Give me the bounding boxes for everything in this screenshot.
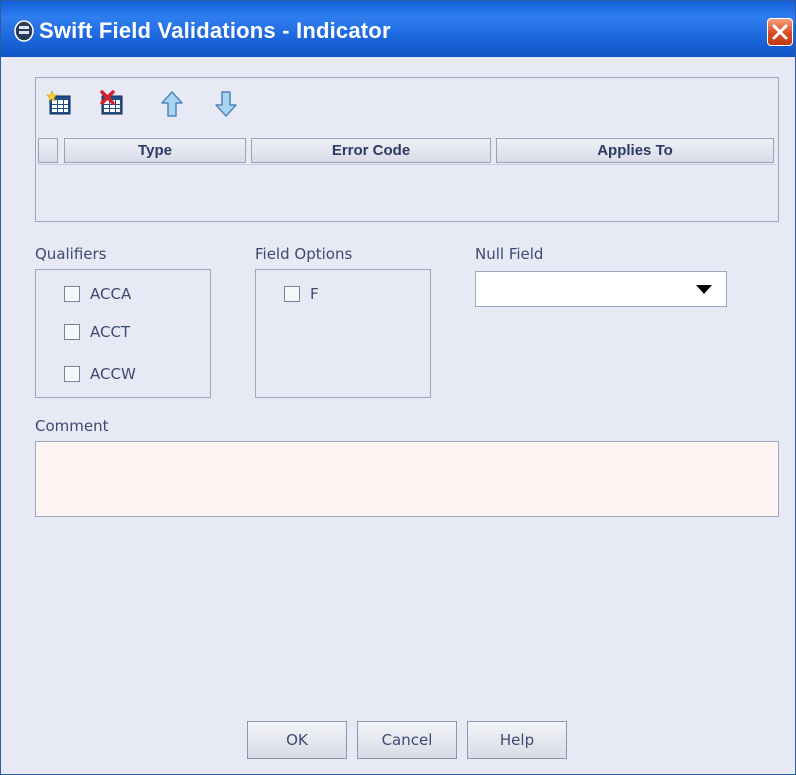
- null-field-label: Null Field: [475, 245, 544, 263]
- null-field-select[interactable]: [475, 271, 727, 307]
- title-bar[interactable]: Swift Field Validations - Indicator: [1, 1, 795, 57]
- validations-grid-panel: Type Error Code Applies To: [35, 77, 779, 222]
- dropdown-arrow-icon[interactable]: [696, 285, 712, 294]
- close-button[interactable]: [767, 18, 793, 46]
- window-title: Swift Field Validations - Indicator: [39, 18, 391, 43]
- checkbox[interactable]: [64, 324, 80, 340]
- field-options-label: Field Options: [255, 245, 353, 263]
- field-options-group: F: [255, 269, 431, 398]
- column-header-error-code[interactable]: Error Code: [251, 138, 491, 163]
- checkbox[interactable]: [64, 286, 80, 302]
- dialog-window: Swift Field Validations - Indicator Type…: [0, 0, 796, 775]
- grid-body[interactable]: [37, 164, 777, 165]
- column-header-type[interactable]: Type: [64, 138, 246, 163]
- close-icon: [772, 24, 788, 40]
- checkbox-label: ACCA: [90, 285, 132, 303]
- comment-textarea[interactable]: [35, 441, 779, 517]
- app-icon: [14, 20, 34, 42]
- move-down-icon[interactable]: [212, 90, 240, 118]
- comment-label: Comment: [35, 417, 109, 435]
- column-header-applies-to[interactable]: Applies To: [496, 138, 774, 163]
- help-button[interactable]: Help: [467, 721, 567, 759]
- checkbox[interactable]: [64, 366, 80, 382]
- delete-row-icon[interactable]: [98, 90, 126, 118]
- qualifiers-label: Qualifiers: [35, 245, 107, 263]
- cancel-button[interactable]: Cancel: [357, 721, 457, 759]
- checkbox-label: ACCW: [90, 365, 136, 383]
- checkbox[interactable]: [284, 286, 300, 302]
- add-row-icon[interactable]: [46, 90, 74, 118]
- row-selector-header: [38, 138, 58, 163]
- move-up-icon[interactable]: [158, 90, 186, 118]
- checkbox-label: ACCT: [90, 323, 131, 341]
- checkbox-label: F: [310, 285, 319, 303]
- qualifiers-group: ACCA ACCT ACCW: [35, 269, 211, 398]
- ok-button[interactable]: OK: [247, 721, 347, 759]
